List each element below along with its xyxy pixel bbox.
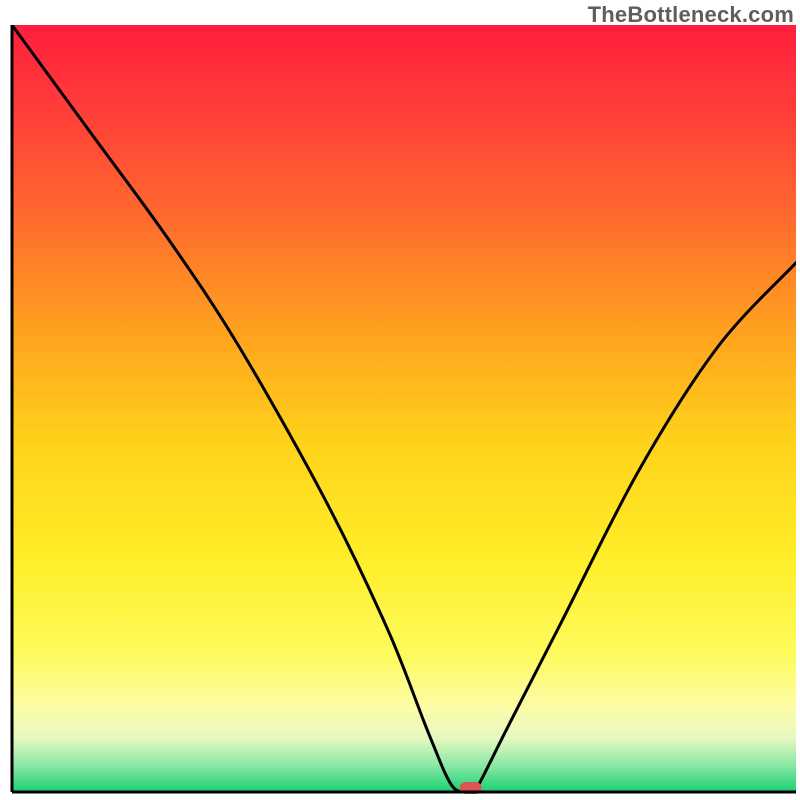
watermark-text: TheBottleneck.com	[588, 2, 794, 28]
chart-stage: TheBottleneck.com	[0, 0, 800, 800]
bottleneck-plot	[0, 0, 800, 800]
gradient-background	[12, 25, 796, 792]
